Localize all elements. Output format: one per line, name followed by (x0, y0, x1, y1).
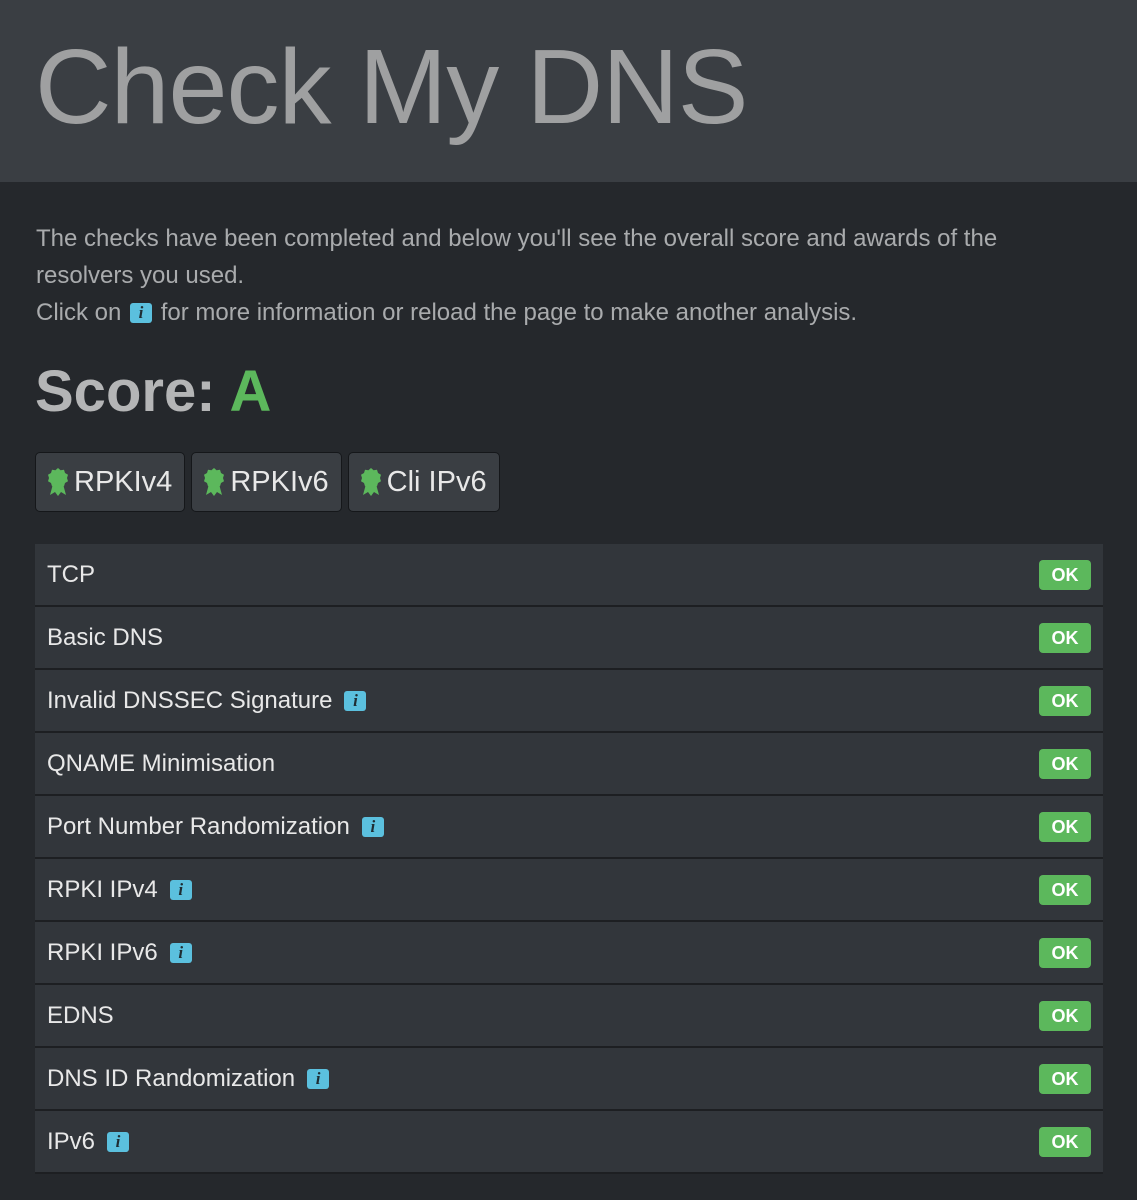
check-name: EDNS (47, 1001, 114, 1029)
check-name-cell: Invalid DNSSEC Signature (47, 687, 368, 715)
awards-list: RPKIv4 RPKIv6 Cli IPv6 (35, 452, 500, 514)
info-icon[interactable] (307, 1068, 330, 1089)
award-label: RPKIv6 (230, 465, 329, 498)
status-badge: OK (1039, 685, 1091, 716)
score-grade: A (229, 359, 272, 424)
intro-line-1: The checks have been completed and below… (36, 225, 998, 289)
check-row: QNAME Minimisation OK (35, 733, 1103, 796)
status-badge: OK (1039, 874, 1091, 905)
award-rpkiv6[interactable]: RPKIv6 (191, 452, 342, 512)
award-label: Cli IPv6 (386, 465, 487, 498)
score-heading: Score: A (35, 357, 271, 427)
award-icon (48, 468, 68, 496)
intro-line-2: Click on for more information or reload … (36, 294, 1096, 331)
info-icon[interactable] (169, 879, 192, 900)
intro-line-2-start: Click on (36, 299, 122, 326)
info-icon[interactable] (107, 1131, 130, 1152)
award-icon (360, 468, 381, 496)
check-name: Invalid DNSSEC Signature (47, 686, 333, 714)
intro-text: The checks have been completed and below… (36, 220, 1096, 331)
status-badge: OK (1039, 1000, 1091, 1031)
check-name-cell: RPKI IPv6 (47, 939, 194, 967)
check-name: Port Number Randomization (47, 812, 350, 840)
status-badge: OK (1039, 748, 1091, 779)
check-name: DNS ID Randomization (47, 1064, 296, 1092)
check-row: EDNS OK (35, 985, 1103, 1048)
award-rpkiv4[interactable]: RPKIv4 (35, 452, 186, 512)
check-row: TCP OK (35, 544, 1103, 607)
check-row: Port Number Randomization OK (35, 796, 1103, 859)
award-label: RPKIv4 (74, 465, 173, 498)
check-name-cell: EDNS (47, 1002, 114, 1030)
check-name: TCP (47, 560, 95, 588)
check-name-cell: DNS ID Randomization (47, 1065, 331, 1093)
check-name-cell: RPKI IPv4 (47, 876, 194, 904)
check-row: Invalid DNSSEC Signature OK (35, 670, 1103, 733)
page-title: Check My DNS (35, 28, 748, 146)
check-row: RPKI IPv6 OK (35, 922, 1103, 985)
award-cli-ipv6[interactable]: Cli IPv6 (347, 452, 500, 512)
check-name-cell: TCP (47, 561, 95, 589)
check-row: Basic DNS OK (35, 607, 1103, 670)
check-row: RPKI IPv4 OK (35, 859, 1103, 922)
status-badge: OK (1039, 1063, 1091, 1094)
check-row: IPv6 OK (35, 1111, 1103, 1174)
info-icon[interactable] (344, 690, 367, 711)
check-name: RPKI IPv4 (47, 875, 158, 903)
award-icon (204, 468, 225, 496)
check-name-cell: Port Number Randomization (47, 813, 386, 841)
check-name: Basic DNS (47, 623, 164, 651)
status-badge: OK (1039, 622, 1091, 653)
info-icon[interactable] (169, 942, 192, 963)
info-icon (130, 303, 153, 323)
status-badge: OK (1039, 811, 1091, 842)
check-name: QNAME Minimisation (47, 749, 276, 777)
score-label: Score: (35, 359, 216, 424)
check-name-cell: QNAME Minimisation (47, 750, 275, 778)
status-badge: OK (1039, 1126, 1091, 1157)
check-name-cell: IPv6 (47, 1128, 131, 1156)
check-name: RPKI IPv6 (47, 938, 158, 966)
check-name: IPv6 (47, 1127, 96, 1155)
check-name-cell: Basic DNS (47, 624, 163, 652)
status-badge: OK (1039, 937, 1091, 968)
intro-line-2-end: for more information or reload the page … (160, 299, 858, 326)
check-row: DNS ID Randomization OK (35, 1048, 1103, 1111)
status-badge: OK (1039, 559, 1091, 590)
info-icon[interactable] (361, 816, 384, 837)
checks-table: TCP OK Basic DNS OK Invalid DNSSEC Signature… (35, 544, 1103, 1174)
header: Check My DNS (0, 0, 1137, 182)
